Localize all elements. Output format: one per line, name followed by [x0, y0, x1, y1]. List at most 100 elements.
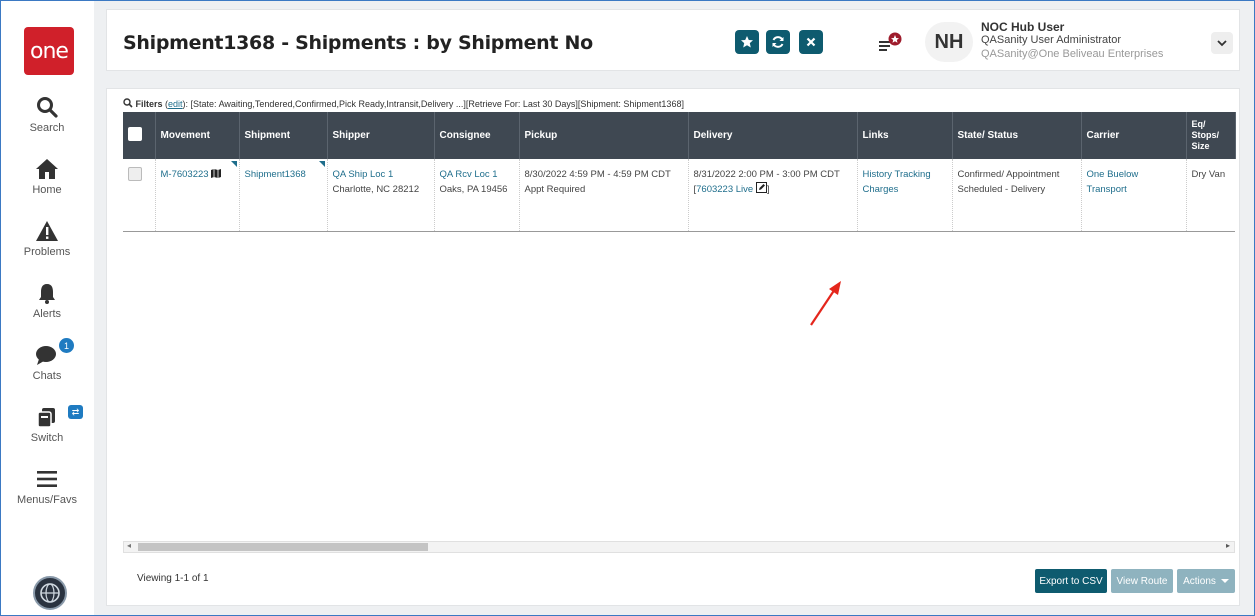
menu-icon — [879, 32, 902, 51]
caret-down-icon — [1220, 579, 1229, 583]
close-button[interactable] — [799, 30, 823, 54]
switch-icon — [36, 405, 58, 429]
sidebar-item-search[interactable]: Search — [1, 95, 93, 134]
column-header-equipment[interactable]: Eq/ Stops/ Size — [1186, 112, 1236, 159]
column-header-links[interactable]: Links — [857, 112, 953, 159]
movement-link[interactable]: M-7603223 — [161, 169, 209, 180]
horizontal-scrollbar[interactable]: ◂ ▸ — [123, 541, 1235, 553]
filters-text: [State: Awaiting,Tendered,Confirmed,Pick… — [190, 99, 684, 109]
notifications-menu-button[interactable] — [877, 32, 905, 58]
column-header-state-status[interactable]: State/ Status — [952, 112, 1082, 159]
shipper-link[interactable]: QA Ship Loc 1 — [333, 167, 429, 182]
map-icon[interactable] — [211, 169, 222, 178]
delivery-time: 8/31/2022 2:00 PM - 3:00 PM CDT — [693, 169, 840, 180]
close-icon — [806, 37, 816, 47]
user-role: QASanity User Administrator — [981, 34, 1121, 46]
swap-icon: ⇄ — [68, 405, 83, 419]
column-header-delivery[interactable]: Delivery — [688, 112, 858, 159]
live-tracking-link[interactable]: Live — [736, 184, 753, 195]
select-all-checkbox[interactable] — [128, 126, 142, 141]
sidebar-item-label: Home — [32, 184, 62, 196]
column-header-shipper[interactable]: Shipper — [327, 112, 435, 159]
consignee-city: Oaks, PA 19456 — [439, 184, 508, 195]
table-row: M-7603223 Shipment1368 QA Ship Loc 1 Cha… — [123, 159, 1235, 232]
shipments-table: Movement Shipment Shipper Consignee Pick… — [123, 112, 1236, 232]
sidebar-item-alerts[interactable]: Alerts — [1, 281, 93, 320]
refresh-button[interactable] — [766, 30, 790, 54]
sidebar-item-chats[interactable]: Chats — [1, 343, 93, 382]
pickup-cell: 8/30/2022 4:59 PM - 4:59 PM CDT Appt Req… — [519, 159, 689, 232]
sidebar-item-label: Search — [29, 122, 65, 134]
pickup-note: Appt Required — [524, 184, 586, 195]
equipment-cell: Dry Van — [1186, 159, 1235, 232]
consignee-cell: QA Rcv Loc 1 Oaks, PA 19456 — [434, 159, 520, 232]
links-cell: History Tracking Charges — [857, 159, 953, 232]
favorite-button[interactable] — [735, 30, 759, 54]
scrollbar-thumb[interactable] — [138, 543, 428, 551]
column-header-carrier[interactable]: Carrier — [1081, 112, 1187, 159]
user-avatar[interactable]: NH — [925, 22, 973, 62]
sidebar-item-menus-favs[interactable]: Menus/Favs — [1, 467, 93, 506]
carrier-link[interactable]: One Buelow Transport — [1087, 169, 1139, 195]
chat-count-badge: 1 — [59, 338, 74, 353]
column-header-consignee[interactable]: Consignee — [434, 112, 520, 159]
sidebar-item-label: Problems — [23, 246, 71, 258]
carrier-cell: One Buelow Transport — [1081, 159, 1187, 232]
movement-cell: M-7603223 — [155, 159, 240, 232]
sidebar-item-label: Chats — [32, 370, 62, 382]
row-checkbox[interactable] — [128, 167, 142, 181]
main-area: Shipment1368 - Shipments : by Shipment N… — [94, 1, 1254, 615]
page-header: Shipment1368 - Shipments : by Shipment N… — [106, 9, 1240, 71]
delivery-ref-line: [7603223 Live ] — [693, 182, 770, 195]
sidebar-item-home[interactable]: Home — [1, 157, 93, 196]
filters-edit-link[interactable]: edit — [168, 99, 183, 109]
assistant-avatar[interactable] — [33, 576, 67, 610]
hamburger-icon — [37, 467, 57, 491]
pickup-time: 8/30/2022 4:59 PM - 4:59 PM CDT — [524, 169, 671, 180]
shipment-cell: Shipment1368 — [239, 159, 328, 232]
filters-bar: Filters (edit): [State: Awaiting,Tendere… — [123, 98, 684, 109]
refresh-icon — [772, 36, 784, 48]
shipper-cell: QA Ship Loc 1 Charlotte, NC 28212 — [327, 159, 435, 232]
filters-label: Filters — [135, 99, 163, 109]
delivery-ref-link[interactable]: 7603223 — [696, 184, 733, 195]
sidebar-item-label: Menus/Favs — [17, 494, 77, 506]
actions-button[interactable]: Actions — [1177, 569, 1235, 593]
links-history-tracking-charges[interactable]: History Tracking Charges — [863, 169, 931, 195]
viewing-count: Viewing 1-1 of 1 — [137, 573, 209, 584]
user-menu-dropdown[interactable] — [1211, 32, 1233, 54]
page-title: Shipment1368 - Shipments : by Shipment N… — [123, 32, 593, 54]
app-logo[interactable]: one — [24, 27, 74, 75]
search-icon — [123, 98, 133, 108]
export-csv-button[interactable]: Export to CSV — [1035, 569, 1107, 593]
shipper-city: Charlotte, NC 28212 — [332, 184, 420, 195]
state-cell: Confirmed/ Appointment Scheduled - Deliv… — [952, 159, 1082, 232]
consignee-link[interactable]: QA Rcv Loc 1 — [440, 167, 514, 182]
view-route-button[interactable]: View Route — [1111, 569, 1173, 593]
sidebar: one Search Home Problems Alerts Chats 1 — [1, 1, 93, 615]
chevron-down-icon — [1217, 40, 1227, 47]
bell-icon — [36, 281, 58, 305]
star-icon — [741, 36, 753, 48]
column-header-movement[interactable]: Movement — [155, 112, 240, 159]
select-all-cell — [123, 112, 156, 159]
table-header-row: Movement Shipment Shipper Consignee Pick… — [123, 112, 1236, 159]
shipment-link[interactable]: Shipment1368 — [245, 169, 306, 180]
annotation-arrow — [810, 281, 841, 326]
warning-icon — [35, 219, 59, 243]
column-header-shipment[interactable]: Shipment — [239, 112, 328, 159]
scroll-left-icon[interactable]: ◂ — [127, 541, 131, 550]
edit-icon[interactable] — [755, 182, 767, 193]
sidebar-item-problems[interactable]: Problems — [1, 219, 93, 258]
column-header-pickup[interactable]: Pickup — [519, 112, 689, 159]
sidebar-item-label: Alerts — [32, 308, 62, 320]
sidebar-item-label: Switch — [30, 432, 64, 444]
results-panel: Filters (edit): [State: Awaiting,Tendere… — [106, 88, 1240, 606]
globe-icon — [40, 583, 60, 603]
search-icon — [36, 95, 58, 119]
user-org: QASanity@One Beliveau Enterprises — [981, 48, 1164, 60]
scroll-right-icon[interactable]: ▸ — [1226, 541, 1230, 550]
chat-icon — [35, 343, 59, 367]
actions-label: Actions — [1183, 575, 1216, 587]
user-name: NOC Hub User — [981, 20, 1065, 34]
